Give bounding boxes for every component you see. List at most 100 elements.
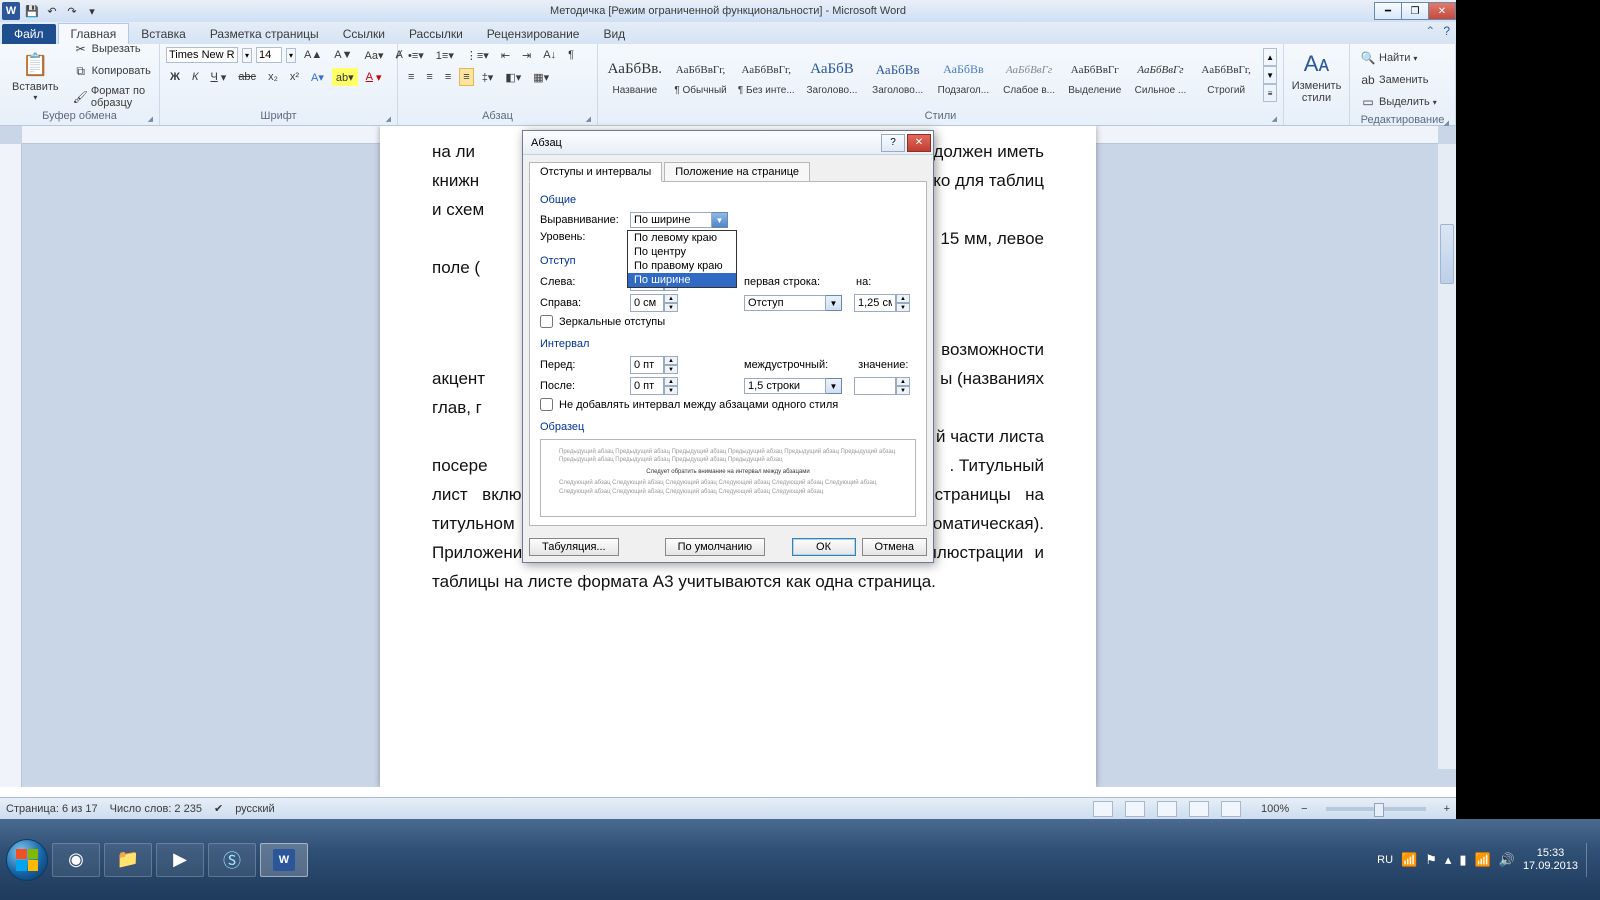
- scrollbar-thumb[interactable]: [1440, 224, 1454, 284]
- vertical-ruler[interactable]: [0, 144, 22, 787]
- minimize-button[interactable]: ━: [1374, 2, 1402, 20]
- bold-button[interactable]: Ж: [166, 68, 184, 86]
- style-9[interactable]: АаБбВвГг,Строгий: [1195, 53, 1257, 98]
- zoom-out-button[interactable]: −: [1301, 803, 1307, 815]
- style-5[interactable]: АаБбВвПодзагол...: [933, 53, 995, 98]
- subscript-button[interactable]: x₂: [264, 68, 282, 86]
- dialog-help-button[interactable]: ?: [881, 134, 905, 152]
- highlight-button[interactable]: ab▾: [332, 68, 358, 86]
- tab-file[interactable]: Файл: [2, 24, 56, 44]
- show-desktop-button[interactable]: [1586, 843, 1594, 877]
- styles-scroll-down[interactable]: ▼: [1263, 66, 1277, 84]
- dialog-titlebar[interactable]: Абзац ? ✕: [523, 131, 933, 155]
- first-line-combo[interactable]: ▼: [744, 295, 842, 311]
- style-0[interactable]: АаБбВв.Название: [604, 53, 666, 98]
- style-2[interactable]: АаБбВвГг,¶ Без инте...: [735, 53, 797, 98]
- font-family-input[interactable]: [166, 47, 238, 63]
- alignment-combo[interactable]: ▼: [630, 212, 728, 228]
- font-size-input[interactable]: [256, 47, 282, 63]
- style-6[interactable]: АаБбВвГгСлабое в...: [998, 53, 1060, 98]
- line-spacing-button[interactable]: ‡▾: [478, 68, 498, 86]
- dialog-tab-indents[interactable]: Отступы и интервалы: [529, 162, 662, 182]
- line-spacing-at-spinner[interactable]: ▲▼: [854, 377, 910, 395]
- network-icon[interactable]: 📶: [1401, 852, 1417, 868]
- replace-button[interactable]: abЗаменить: [1356, 70, 1449, 90]
- copy-button[interactable]: ⧉Копировать: [69, 61, 155, 81]
- tray-clock[interactable]: 15:33 17.09.2013: [1523, 847, 1578, 871]
- tray-chevron-icon[interactable]: ▴: [1445, 852, 1452, 868]
- taskbar-word[interactable]: W: [260, 843, 308, 877]
- space-before-spinner[interactable]: ▲▼: [630, 356, 678, 374]
- bullets-button[interactable]: •≡▾: [404, 46, 428, 64]
- decrease-indent-button[interactable]: ⇤: [497, 46, 514, 64]
- tab-home[interactable]: Главная: [58, 23, 130, 44]
- tabs-button[interactable]: Табуляция...: [529, 538, 619, 556]
- view-print-layout-button[interactable]: [1093, 801, 1113, 817]
- taskbar-explorer[interactable]: 📁: [104, 843, 152, 877]
- shrink-font-button[interactable]: A▼: [330, 46, 356, 64]
- find-button[interactable]: 🔍Найти▾: [1356, 48, 1449, 68]
- select-button[interactable]: ▭Выделить▾: [1356, 92, 1449, 112]
- action-center-icon[interactable]: ⚑: [1425, 852, 1437, 868]
- view-outline-button[interactable]: [1189, 801, 1209, 817]
- align-right-button[interactable]: ≡: [441, 68, 455, 86]
- text-effects-button[interactable]: A▾: [307, 68, 328, 86]
- ok-button[interactable]: ОК: [792, 538, 856, 556]
- mirror-indents-checkbox[interactable]: [540, 315, 553, 328]
- styles-scroll-up[interactable]: ▲: [1263, 48, 1277, 66]
- status-page[interactable]: Страница: 6 из 17: [6, 803, 98, 815]
- vertical-scrollbar[interactable]: [1438, 144, 1456, 769]
- tab-view[interactable]: Вид: [591, 24, 637, 44]
- align-option-1[interactable]: По центру: [628, 245, 736, 259]
- change-case-button[interactable]: Aa▾: [361, 46, 388, 64]
- no-space-same-style-checkbox[interactable]: [540, 398, 553, 411]
- alignment-dropdown-icon[interactable]: ▼: [712, 212, 728, 228]
- taskbar-media-player[interactable]: ▶: [156, 843, 204, 877]
- align-option-2[interactable]: По правому краю: [628, 259, 736, 273]
- shading-button[interactable]: ◧▾: [501, 68, 525, 86]
- sort-button[interactable]: A↓: [539, 46, 560, 64]
- cancel-button[interactable]: Отмена: [862, 538, 927, 556]
- tab-insert[interactable]: Вставка: [129, 24, 198, 44]
- battery-icon[interactable]: ▮: [1459, 852, 1466, 868]
- style-1[interactable]: АаБбВвГг,¶ Обычный: [670, 53, 732, 98]
- underline-button[interactable]: Ч▾: [206, 68, 230, 86]
- align-option-0[interactable]: По левому краю: [628, 231, 736, 245]
- numbering-button[interactable]: 1≡▾: [432, 46, 458, 64]
- superscript-button[interactable]: x²: [286, 68, 303, 86]
- dialog-tab-position[interactable]: Положение на странице: [664, 162, 810, 182]
- tab-page-layout[interactable]: Разметка страницы: [198, 24, 331, 44]
- tab-mailings[interactable]: Рассылки: [397, 24, 475, 44]
- align-justify-button[interactable]: ≡: [459, 68, 473, 86]
- redo-icon[interactable]: ↷: [64, 3, 80, 19]
- status-word-count[interactable]: Число слов: 2 235: [110, 803, 202, 815]
- indent-right-spinner[interactable]: ▲▼: [630, 294, 678, 312]
- alignment-field[interactable]: [630, 212, 712, 228]
- italic-button[interactable]: К: [188, 68, 202, 86]
- taskbar-chrome[interactable]: ◉: [52, 843, 100, 877]
- close-button[interactable]: ✕: [1428, 2, 1456, 20]
- save-icon[interactable]: 💾: [24, 3, 40, 19]
- format-painter-button[interactable]: 🖌Формат по образцу: [69, 83, 155, 111]
- set-default-button[interactable]: По умолчанию: [665, 538, 765, 556]
- dialog-close-button[interactable]: ✕: [907, 134, 931, 152]
- undo-icon[interactable]: ↶: [44, 3, 60, 19]
- style-7[interactable]: АаБбВвГгВыделение: [1064, 53, 1126, 98]
- start-button[interactable]: [6, 839, 48, 881]
- alignment-dropdown-list[interactable]: По левому краюПо центруПо правому краюПо…: [627, 230, 737, 288]
- show-marks-button[interactable]: ¶: [564, 46, 578, 64]
- tab-review[interactable]: Рецензирование: [475, 24, 592, 44]
- strike-button[interactable]: abc: [234, 68, 260, 86]
- qat-dropdown-icon[interactable]: ▾: [84, 3, 100, 19]
- style-3[interactable]: АаБбВЗаголово...: [801, 53, 863, 98]
- style-8[interactable]: АаБбВвГгСильное ...: [1130, 53, 1192, 98]
- increase-indent-button[interactable]: ⇥: [518, 46, 535, 64]
- zoom-slider[interactable]: [1326, 807, 1426, 811]
- view-web-button[interactable]: [1157, 801, 1177, 817]
- multilevel-button[interactable]: ⋮≡▾: [462, 46, 493, 64]
- zoom-in-button[interactable]: +: [1444, 803, 1450, 815]
- space-after-spinner[interactable]: ▲▼: [630, 377, 678, 395]
- font-color-button[interactable]: A▾: [362, 68, 386, 86]
- align-option-3[interactable]: По ширине: [628, 273, 736, 287]
- help-icon[interactable]: ?: [1443, 24, 1450, 38]
